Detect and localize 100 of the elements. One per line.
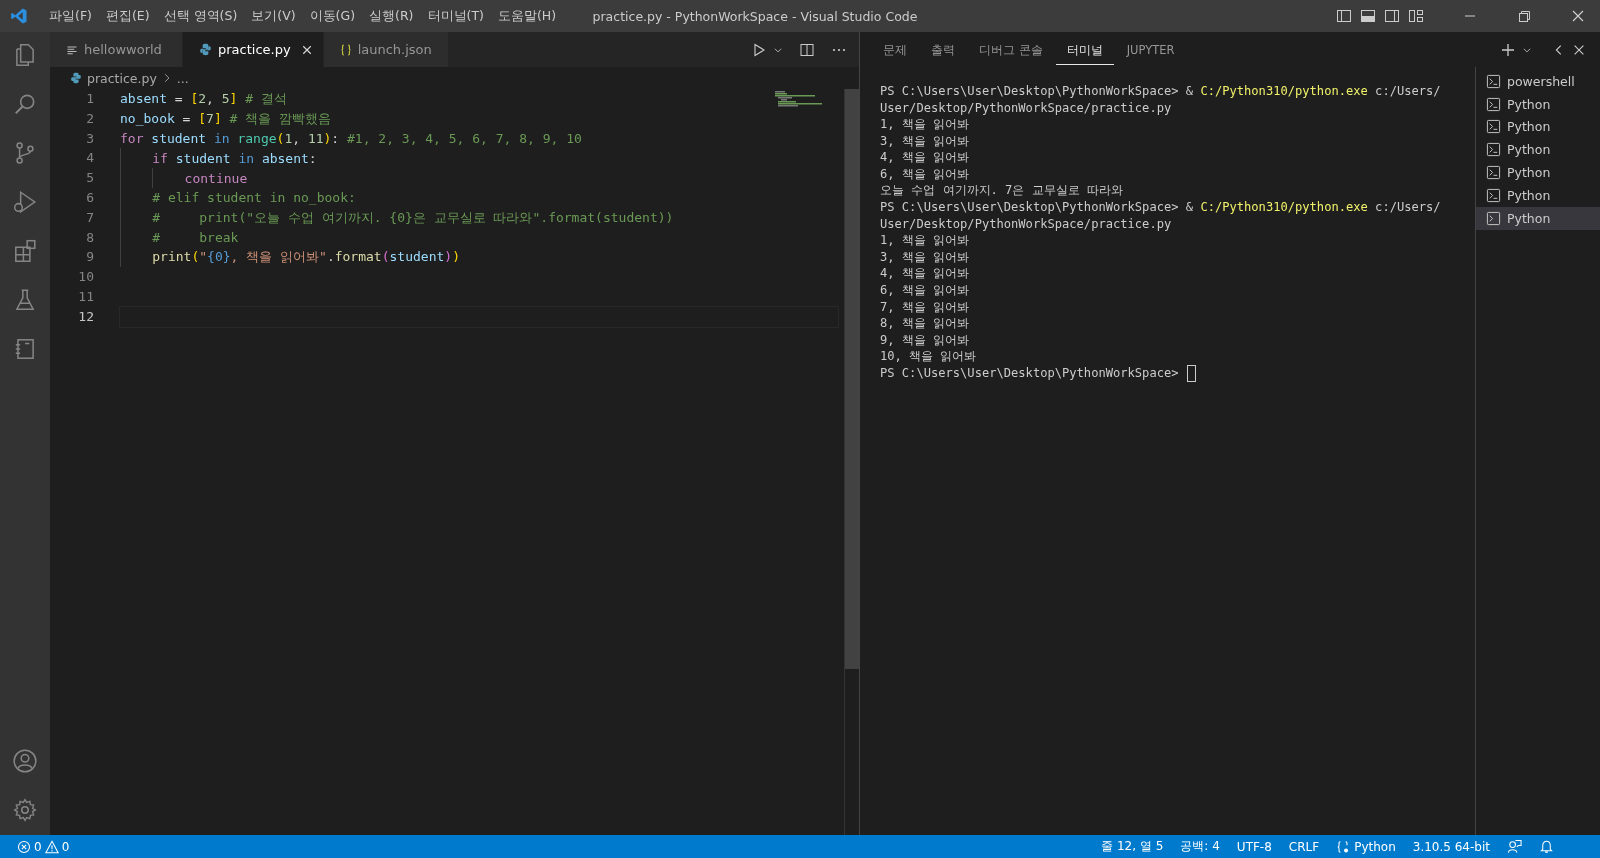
code-line: no_book = [7] # 책을 깜빡했음 (120, 109, 332, 128)
terminal-line: User/Desktop/PythonWorkSpace/practice.py (880, 100, 1172, 115)
toggle-panel-icon[interactable] (1360, 8, 1376, 24)
terminal-line: 10, 책을 읽어봐 (880, 348, 977, 366)
code-line: # break (152, 229, 239, 245)
terminal-icon (1486, 96, 1501, 112)
error-icon (17, 839, 31, 854)
terminal-line: 4, 책을 읽어봐 (880, 265, 970, 283)
terminal-line: 7, 책을 읽어봐 (880, 298, 970, 316)
terminal-line: 9, 책을 읽어봐 (880, 331, 970, 349)
panel-tab[interactable]: 출력 (920, 34, 966, 65)
menu-item[interactable]: 파일(F) (42, 7, 99, 25)
menu-item[interactable]: 도움말(H) (490, 7, 564, 25)
menu-item[interactable]: 편집(E) (98, 7, 157, 25)
problems-status[interactable]: 0 0 (15, 839, 72, 854)
terminal-list-item[interactable]: Python (1476, 161, 1600, 184)
terminal-line: 1, 책을 읽어봐 (880, 116, 970, 133)
terminal-line: 6, 책을 읽어봐 (880, 165, 970, 183)
terminal-list-item[interactable]: Python (1476, 138, 1600, 162)
terminal-line: 3, 책을 읽어봐 (880, 248, 970, 266)
terminal-icon (1486, 73, 1501, 89)
editor-tab[interactable]: hellowworld (50, 32, 183, 67)
menu-item[interactable]: 이동(G) (302, 7, 363, 25)
terminal-icon (1486, 119, 1501, 135)
terminal-line: User/Desktop/PythonWorkSpace/practice.py (880, 217, 1172, 232)
line-number: 10 (77, 268, 94, 287)
notifications-icon[interactable] (1539, 839, 1554, 854)
terminal-line: PS C:\Users\User\Desktop\PythonWorkSpace> (880, 366, 1179, 381)
restore-icon[interactable] (1516, 8, 1532, 24)
breadcrumb-item[interactable]: practice.py (87, 70, 157, 86)
line-number: 3 (85, 129, 94, 148)
status-item[interactable]: 공백: 4 (1180, 838, 1220, 855)
braces-icon (1336, 839, 1351, 854)
window-title: practice.py - PythonWorkSpace - Visual Studio Code (592, 8, 918, 24)
line-number: 9 (85, 248, 94, 267)
scrollbar-thumb[interactable] (845, 89, 859, 669)
terminal-list-item[interactable]: Python (1476, 115, 1600, 139)
layout-icon[interactable] (1408, 8, 1424, 24)
terminal-line: 8, 책을 읽어봐 (880, 315, 970, 333)
feedback-icon[interactable] (1507, 839, 1522, 854)
run-icon[interactable] (751, 41, 767, 58)
settings-icon[interactable] (12, 797, 38, 823)
braces-icon (339, 43, 352, 56)
line-number: 4 (85, 149, 94, 168)
code-line: absent = [2, 5] # 결석 (120, 89, 287, 108)
code-line: # elif student in no_book: (152, 190, 356, 206)
status-item[interactable]: 줄 12, 열 5 (1101, 838, 1164, 855)
code-line: continue (184, 170, 248, 186)
panel-tab[interactable]: 터미널 (1055, 34, 1114, 65)
line-number: 5 (85, 169, 94, 188)
code-line: # print("오늘 수업 여기까지. {0}은 교무실로 따라와".format(student)) (152, 208, 674, 227)
toggle-secondary-sidebar-icon[interactable] (1384, 8, 1400, 24)
menu-item[interactable]: 실행(R) (362, 7, 421, 25)
language-status[interactable]: Python (1336, 839, 1396, 854)
menu-item[interactable]: 선택 영역(S) (156, 7, 245, 25)
code-line: for student in range(1, 11): #1, 2, 3, 4, 5, 6, 7, 8, 9, 10 (120, 131, 582, 146)
terminal-icon (1486, 210, 1501, 226)
python-file-icon (199, 43, 212, 56)
terminal-icon (1486, 142, 1501, 158)
panel-tab[interactable]: JUPYTER (1115, 35, 1186, 64)
terminal-list-item[interactable]: Python (1476, 184, 1600, 207)
panel-tab[interactable]: 문제 (872, 34, 918, 65)
status-item[interactable]: UTF-8 (1236, 839, 1272, 854)
terminal-line: 오늘 수업 여기까지. 7은 교무실로 따라와 (880, 182, 1123, 200)
python-file-icon (70, 72, 82, 84)
menu-item[interactable]: 터미널(T) (420, 7, 491, 25)
terminal-line: 3, 책을 읽어봐 (880, 132, 970, 150)
close-icon[interactable] (300, 43, 313, 56)
account-icon[interactable] (12, 748, 38, 774)
terminal-icon (1486, 165, 1501, 181)
terminal-line: 6, 책을 읽어봐 (880, 281, 970, 299)
editor-tab[interactable]: launch.json (323, 32, 449, 67)
line-number: 12 (77, 307, 94, 326)
terminal-list-item[interactable]: powershell (1476, 70, 1600, 93)
code-line: if student in absent: (152, 150, 317, 166)
menu-item[interactable]: 보기(V) (244, 7, 303, 25)
terminal-list-item[interactable]: Python (1476, 92, 1600, 116)
status-item[interactable]: CRLF (1288, 839, 1320, 854)
split-editor-icon[interactable] (799, 41, 815, 58)
breadcrumb-item[interactable]: ... (176, 70, 189, 86)
terminal-line: PS C:\Users\User\Desktop\PythonWorkSpace> & C:/Python310/python.exe c:/Users/ (880, 84, 1441, 99)
terminal-line: PS C:\Users\User\Desktop\PythonWorkSpace> & C:/Python310/python.exe c:/Users/ (880, 200, 1441, 215)
line-number: 1 (85, 90, 94, 108)
close-icon[interactable] (1570, 8, 1586, 24)
extensions-icon[interactable] (12, 238, 38, 264)
line-number: 11 (77, 287, 94, 306)
terminal-line: 1, 책을 읽어봐 (880, 232, 970, 250)
warning-icon (44, 839, 59, 854)
editor-tab[interactable]: practice.py (183, 32, 324, 67)
app-logo-icon (10, 7, 28, 25)
panel-tab[interactable]: 디버그 콘솔 (968, 34, 1054, 65)
status-item[interactable]: 3.10.5 64-bit (1412, 839, 1490, 854)
line-number: 2 (85, 109, 94, 128)
terminal-list-item[interactable]: Python (1476, 206, 1600, 230)
terminal-icon (1486, 187, 1501, 203)
new-terminal-icon[interactable] (1500, 41, 1516, 58)
text-file-icon (66, 43, 78, 56)
toggle-sidebar-icon[interactable] (1336, 8, 1352, 24)
line-number: 7 (85, 208, 94, 227)
run-debug-icon[interactable] (12, 189, 38, 215)
